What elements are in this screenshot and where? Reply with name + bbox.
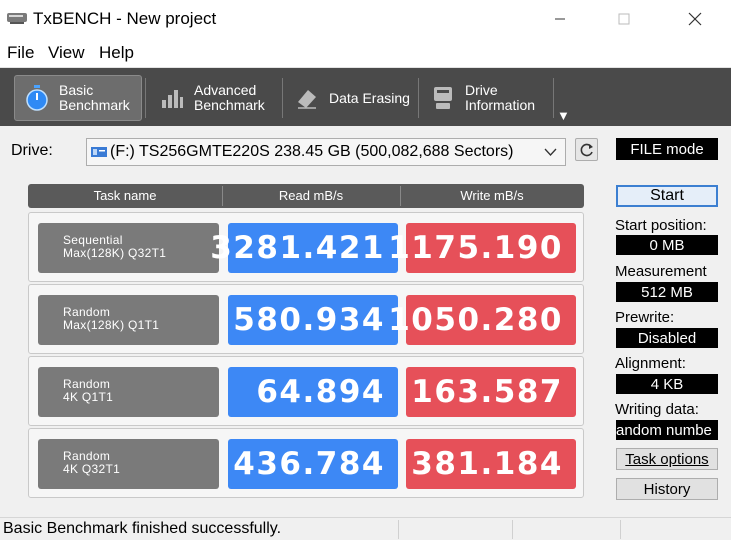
menu-file[interactable]: File	[7, 43, 34, 63]
tab-advanced-benchmark[interactable]: Advanced Benchmark	[150, 75, 280, 121]
toolbar-more-icon[interactable]: ▼	[557, 108, 570, 123]
alignment-label: Alignment:	[615, 355, 686, 372]
table-row: Random 4K Q32T1 436.784 381.184	[28, 428, 584, 498]
maximize-button[interactable]	[601, 0, 647, 38]
table-row: Random 4K Q1T1 64.894 163.587	[28, 356, 584, 426]
app-icon	[6, 10, 28, 26]
status-text: Basic Benchmark finished successfully.	[3, 520, 282, 537]
task-name-line2: Max(128K) Q1T1	[63, 318, 160, 332]
task-button[interactable]: Random 4K Q32T1	[38, 439, 219, 489]
drive-select[interactable]: (F:) TS256GMTE220S 238.45 GB (500,082,68…	[86, 138, 566, 166]
table-row: Sequential Max(128K) Q32T1 3281.421 1175…	[28, 212, 584, 282]
writing-data-label: Writing data:	[615, 401, 699, 418]
history-label: History	[643, 480, 691, 498]
task-name-line1: Random	[63, 449, 111, 463]
prewrite-value[interactable]: Disabled	[616, 328, 718, 348]
maximize-icon	[618, 13, 630, 25]
stopwatch-icon	[23, 84, 51, 112]
read-value: 436.784	[228, 439, 398, 489]
task-name-line2: Max(128K) Q32T1	[63, 246, 167, 260]
menu-help[interactable]: Help	[99, 43, 134, 63]
refresh-icon	[580, 143, 593, 156]
menu-view[interactable]: View	[48, 43, 85, 63]
toolbar-separator	[145, 78, 146, 118]
title-bar: TxBENCH - New project	[0, 0, 731, 38]
tab-drive-information[interactable]: Drive Information	[421, 75, 551, 121]
tab-label-line1: Data Erasing	[329, 89, 410, 106]
file-mode-badge: FILE mode	[616, 138, 718, 160]
minimize-icon	[555, 18, 565, 20]
task-name-line2: 4K Q32T1	[63, 462, 121, 476]
history-button[interactable]: History	[616, 478, 718, 500]
table-row: Random Max(128K) Q1T1 580.934 1050.280	[28, 284, 584, 354]
status-bar: Basic Benchmark finished successfully.	[0, 517, 731, 540]
start-button[interactable]: Start	[616, 185, 718, 207]
alignment-value[interactable]: 4 KB	[616, 374, 718, 394]
toolbar-separator	[418, 78, 419, 118]
writing-data-value[interactable]: andom numbe	[616, 420, 718, 440]
toolbar: Basic Benchmark Advanced Benchmark Data Er…	[0, 68, 731, 126]
task-options-label: Task options	[625, 450, 709, 468]
task-name-line1: Sequential	[63, 233, 123, 247]
close-button[interactable]	[672, 0, 718, 38]
measurement-value[interactable]: 512 MB	[616, 282, 718, 302]
header-task-name: Task name	[93, 188, 157, 203]
write-value: 381.184	[406, 439, 576, 489]
toolbar-separator	[553, 78, 554, 118]
task-name-line1: Random	[63, 305, 111, 319]
read-value: 3281.421	[210, 223, 398, 273]
status-separator	[620, 520, 621, 539]
close-icon	[688, 12, 702, 26]
write-value: 1175.190	[388, 223, 576, 273]
bar-chart-icon	[158, 84, 186, 112]
task-name-line1: Random	[63, 377, 111, 391]
write-value: 163.587	[406, 367, 576, 417]
table-header: Task name Read mB/s Write mB/s	[28, 184, 584, 208]
tab-data-erasing[interactable]: Data Erasing	[285, 75, 415, 121]
write-value: 1050.280	[388, 295, 576, 345]
drive-icon	[90, 145, 108, 159]
tab-label-line2: Benchmark	[59, 97, 130, 113]
minimize-button[interactable]	[537, 0, 583, 38]
task-button[interactable]: Random 4K Q1T1	[38, 367, 219, 417]
header-read: Read mB/s	[278, 188, 344, 203]
task-options-button[interactable]: Task options	[616, 448, 718, 470]
drive-info-icon	[429, 84, 457, 112]
start-position-value[interactable]: 0 MB	[616, 235, 718, 255]
drive-label: Drive:	[11, 142, 53, 159]
status-separator	[512, 520, 513, 539]
task-button[interactable]: Sequential Max(128K) Q32T1	[38, 223, 219, 273]
read-value: 580.934	[228, 295, 398, 345]
tab-label-line1: Drive	[465, 82, 498, 98]
status-separator	[398, 520, 399, 539]
drive-select-value: (F:) TS256GMTE220S 238.45 GB (500,082,68…	[110, 143, 514, 160]
task-name-line2: 4K Q1T1	[63, 390, 114, 404]
tab-label-line2: Benchmark	[194, 97, 265, 113]
start-position-label: Start position:	[615, 217, 707, 234]
refresh-button[interactable]	[575, 138, 598, 161]
read-value: 64.894	[228, 367, 398, 417]
task-button[interactable]: Random Max(128K) Q1T1	[38, 295, 219, 345]
tab-label-line1: Advanced	[194, 82, 257, 98]
menu-bar: File View Help	[0, 38, 731, 68]
window-title: TxBENCH - New project	[33, 9, 217, 28]
tab-label-line2: Information	[465, 97, 536, 113]
measurement-label: Measurement	[615, 263, 707, 280]
chevron-down-icon	[544, 145, 557, 160]
header-write: Write mB/s	[460, 188, 524, 203]
eraser-icon	[293, 84, 321, 112]
tab-basic-benchmark[interactable]: Basic Benchmark	[14, 75, 142, 121]
tab-label-line1: Basic	[59, 82, 94, 98]
toolbar-separator	[282, 78, 283, 118]
prewrite-label: Prewrite:	[615, 309, 675, 326]
